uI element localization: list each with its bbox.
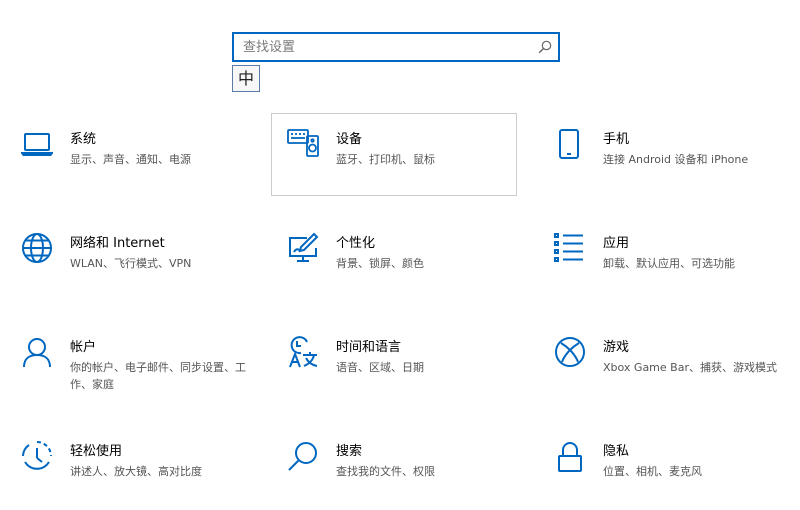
tile-title: 手机 (603, 132, 630, 147)
time-language-icon (287, 336, 319, 368)
tile-description: 位置、相机、麦克风 (603, 465, 702, 478)
keyboard-speaker-icon (287, 126, 319, 158)
tile-title: 设备 (336, 132, 363, 147)
tile-gaming[interactable]: 游戏 Xbox Game Bar、捕获、游戏模式 (553, 323, 799, 406)
tile-description: 蓝牙、打印机、鼠标 (336, 153, 435, 166)
tile-personalization[interactable]: 个性化 背景、锁屏、颜色 (286, 219, 532, 302)
tile-title: 轻松使用 (70, 444, 123, 459)
search-box[interactable] (232, 32, 560, 62)
phone-icon (554, 128, 586, 160)
tile-description: 显示、声音、通知、电源 (70, 153, 191, 166)
tile-ease-of-access[interactable]: 轻松使用 讲述人、放大镜、高对比度 (20, 427, 266, 510)
search-magnifier-icon (287, 440, 319, 472)
tile-title: 隐私 (603, 444, 630, 459)
lock-icon (554, 440, 586, 472)
tile-title: 游戏 (603, 340, 630, 355)
tile-title: 时间和语言 (336, 340, 402, 355)
tile-phone[interactable]: 手机 连接 Android 设备和 iPhone (553, 115, 799, 198)
tile-title: 帐户 (70, 340, 97, 355)
tile-apps[interactable]: 应用 卸载、默认应用、可选功能 (553, 219, 799, 302)
xbox-icon (554, 336, 586, 368)
tile-title: 搜索 (336, 444, 363, 459)
tile-title: 个性化 (336, 236, 376, 251)
tile-system[interactable]: 系统 显示、声音、通知、电源 (20, 115, 266, 198)
search-icon[interactable] (538, 40, 552, 54)
laptop-icon (21, 128, 53, 160)
tile-title: 系统 (70, 132, 97, 147)
tile-title: 应用 (603, 236, 630, 251)
pen-monitor-icon (287, 232, 319, 264)
globe-icon (21, 232, 53, 264)
tile-search[interactable]: 搜索 查找我的文件、权限 (286, 427, 532, 510)
tile-description: 背景、锁屏、颜色 (336, 257, 424, 270)
tile-devices[interactable]: 设备 蓝牙、打印机、鼠标 (271, 113, 517, 196)
tile-description: 语音、区域、日期 (336, 361, 424, 374)
search-input[interactable] (234, 34, 533, 60)
tile-description: 你的帐户、电子邮件、同步设置、工作、家庭 (70, 361, 246, 391)
ease-of-access-icon (21, 440, 53, 472)
tile-privacy[interactable]: 隐私 位置、相机、麦克风 (553, 427, 799, 510)
tile-title: 网络和 Internet (70, 236, 165, 251)
tile-network[interactable]: 网络和 Internet WLAN、飞行模式、VPN (20, 219, 266, 302)
tile-description: 查找我的文件、权限 (336, 465, 435, 478)
tile-description: 连接 Android 设备和 iPhone (603, 153, 749, 166)
tile-time-language[interactable]: 时间和语言 语音、区域、日期 (286, 323, 532, 406)
app-list-icon (554, 232, 586, 264)
ime-indicator[interactable]: 中 (232, 65, 260, 92)
tile-description: 卸载、默认应用、可选功能 (603, 257, 735, 270)
person-icon (21, 336, 53, 368)
tile-accounts[interactable]: 帐户 你的帐户、电子邮件、同步设置、工作、家庭 (20, 323, 266, 406)
tile-description: WLAN、飞行模式、VPN (70, 257, 192, 270)
tile-description: 讲述人、放大镜、高对比度 (70, 465, 202, 478)
tile-description: Xbox Game Bar、捕获、游戏模式 (603, 361, 777, 374)
